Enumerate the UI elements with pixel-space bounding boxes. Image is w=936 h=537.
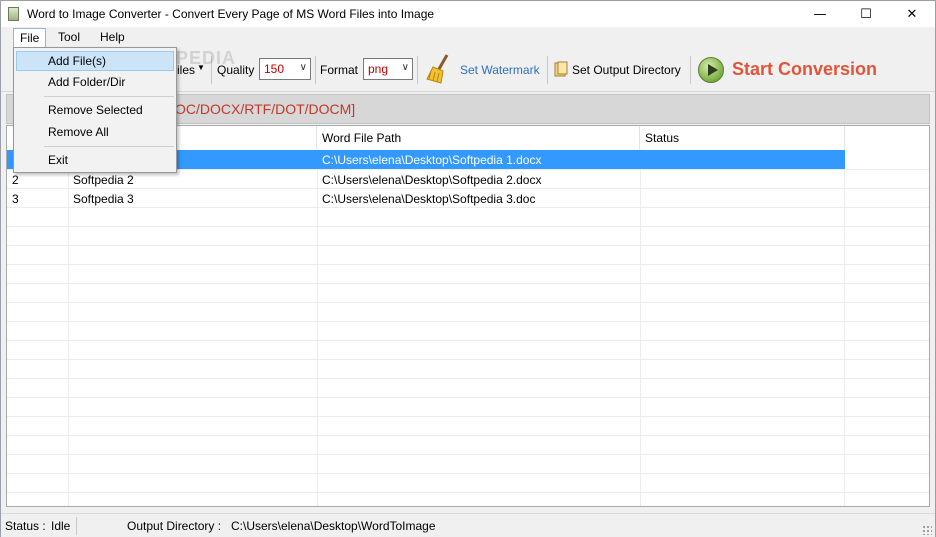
app-icon xyxy=(8,7,19,21)
toolbar-separator xyxy=(690,56,691,84)
format-value: png xyxy=(368,62,389,76)
menu-separator xyxy=(44,146,174,147)
grid-row-line xyxy=(7,378,929,379)
row-path[interactable]: C:\Users\elena\Desktop\Softpedia 2.docx xyxy=(317,170,640,189)
menu-file[interactable]: File xyxy=(13,28,47,47)
grid-row-line xyxy=(7,321,929,322)
toolbar-separator xyxy=(315,56,316,84)
format-label: Format xyxy=(320,63,359,77)
grid-row-line xyxy=(7,302,929,303)
quality-select[interactable]: 150 ∨ xyxy=(259,58,311,80)
chevron-down-icon: ∨ xyxy=(401,62,409,73)
broom-icon[interactable] xyxy=(425,53,453,85)
quality-value: 150 xyxy=(264,62,285,76)
menu-tool[interactable]: Tool xyxy=(52,28,86,47)
row-name[interactable]: Softpedia 3 xyxy=(68,189,317,208)
minimize-button[interactable]: — xyxy=(797,1,843,27)
status-bar: Status : Idle Output Directory : C:\User… xyxy=(1,513,935,537)
menu-bar: File Tool Help xyxy=(1,27,935,47)
grid-row-line xyxy=(7,226,929,227)
grid-row-line xyxy=(7,416,929,417)
grid-row-line xyxy=(7,264,929,265)
toolbar-separator xyxy=(417,56,418,84)
output-directory-label: Output Directory : xyxy=(127,519,222,533)
row-path[interactable]: C:\Users\elena\Desktop\Softpedia 3.doc xyxy=(317,189,640,208)
grid-row-line xyxy=(7,435,929,436)
file-list-grid[interactable]: Word File Path Status C:\Users\elena\Des… xyxy=(6,125,930,507)
status-value: Idle xyxy=(51,519,71,533)
folder-icon[interactable] xyxy=(554,61,568,77)
chevron-down-icon: ∨ xyxy=(299,62,307,73)
menu-item-remove-selected[interactable]: Remove Selected xyxy=(16,100,174,120)
row-status xyxy=(640,150,845,169)
menu-item-add-files[interactable]: Add File(s) xyxy=(16,51,174,71)
menu-item-add-folder[interactable]: Add Folder/Dir xyxy=(16,72,174,92)
maximize-button[interactable]: ☐ xyxy=(843,1,889,27)
set-output-directory-button[interactable]: Set Output Directory xyxy=(572,63,681,77)
grid-row-line xyxy=(7,359,929,360)
grid-row-line xyxy=(7,397,929,398)
start-conversion-button[interactable]: Start Conversion xyxy=(732,59,877,80)
grid-row-line xyxy=(7,283,929,284)
file-type-filter-text: OC/DOCX/RTF/DOT/DOCM] xyxy=(175,101,356,117)
column-header-word-file-path[interactable]: Word File Path xyxy=(317,126,640,149)
row-status[interactable] xyxy=(640,170,845,189)
row-path: C:\Users\elena\Desktop\Softpedia 1.docx xyxy=(322,153,542,167)
row-number[interactable]: 3 xyxy=(7,189,68,208)
menu-item-remove-all[interactable]: Remove All xyxy=(16,122,174,142)
window-title: Word to Image Converter - Convert Every … xyxy=(27,7,435,21)
app-window: Word to Image Converter - Convert Every … xyxy=(0,0,936,537)
title-bar: Word to Image Converter - Convert Every … xyxy=(1,1,935,27)
grid-row-line xyxy=(7,245,929,246)
toolbar-separator xyxy=(547,56,548,84)
format-select[interactable]: png ∨ xyxy=(363,58,413,80)
row-status[interactable] xyxy=(640,189,845,208)
column-header-status[interactable]: Status xyxy=(640,126,845,149)
menu-help[interactable]: Help xyxy=(94,28,131,47)
close-button[interactable]: ✕ xyxy=(889,1,935,27)
file-menu-dropdown: Add File(s) Add Folder/Dir Remove Select… xyxy=(13,47,177,173)
grid-row-line xyxy=(7,492,929,493)
grid-row-line xyxy=(7,340,929,341)
grid-row-line xyxy=(7,454,929,455)
set-watermark-button[interactable]: Set Watermark xyxy=(460,63,540,77)
output-directory-value: C:\Users\elena\Desktop\WordToImage xyxy=(231,519,436,533)
grid-row-line xyxy=(7,473,929,474)
resize-grip-icon[interactable] xyxy=(922,525,932,535)
menu-separator xyxy=(44,96,174,97)
status-separator xyxy=(76,517,77,535)
play-icon[interactable] xyxy=(698,57,724,83)
status-label: Status : xyxy=(5,519,46,533)
menu-item-exit[interactable]: Exit xyxy=(16,150,174,170)
